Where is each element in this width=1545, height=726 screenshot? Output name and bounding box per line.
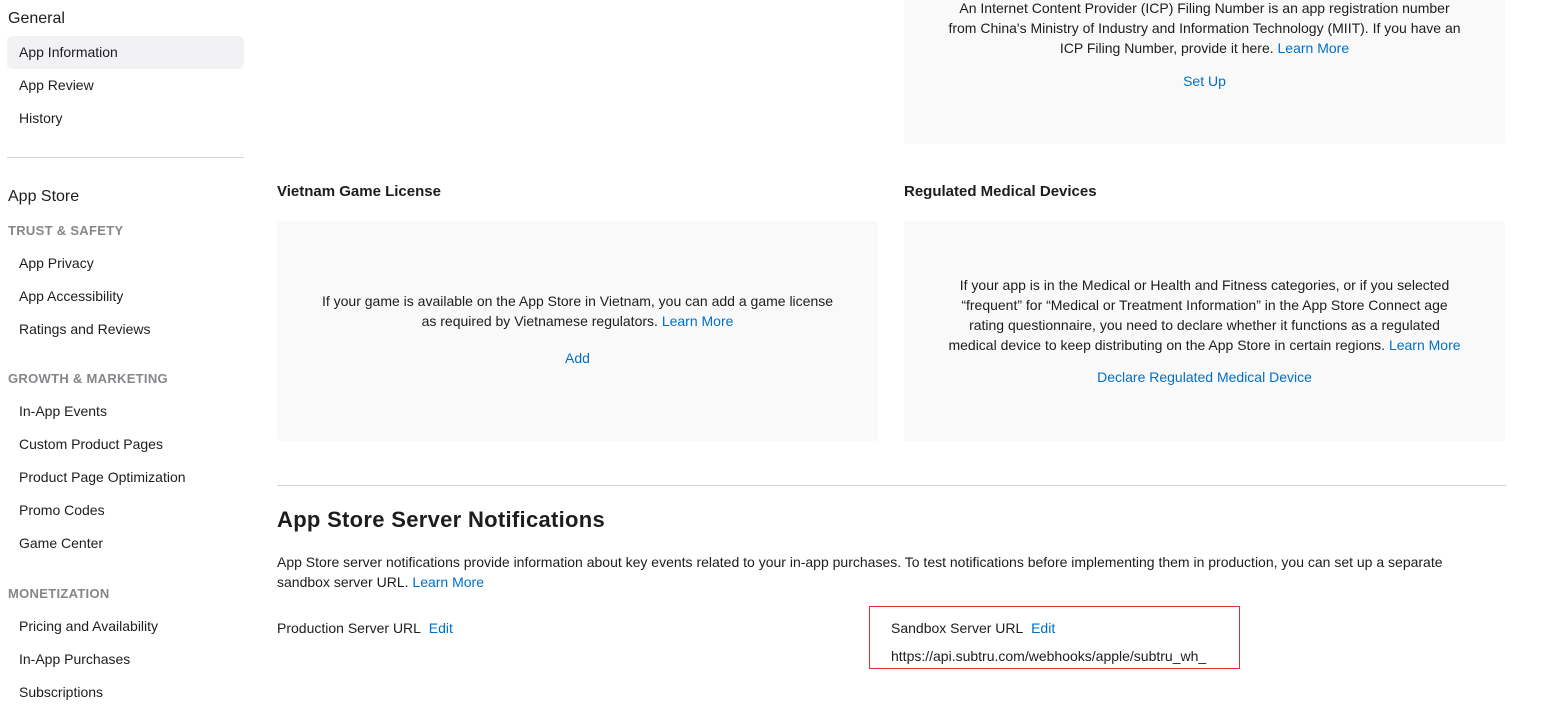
sidebar-item-promo-codes[interactable]: Promo Codes: [7, 494, 244, 527]
vietnam-description: If your game is available on the App Sto…: [277, 291, 878, 331]
icp-text: ICP Filing Number, provide it here.: [1059, 40, 1274, 56]
sidebar-item-custom-product-pages[interactable]: Custom Product Pages: [7, 428, 244, 461]
sidebar-item-game-center[interactable]: Game Center: [7, 527, 244, 560]
sidebar-item-app-information[interactable]: App Information: [7, 36, 244, 69]
section-divider: [277, 485, 1506, 486]
vietnam-game-license-card: If your game is available on the App Sto…: [277, 221, 878, 441]
sidebar-item-ratings-and-reviews[interactable]: Ratings and Reviews: [7, 313, 244, 346]
vietnam-text: as required by Vietnamese regulators.: [421, 313, 658, 329]
production-server-url-edit-link[interactable]: Edit: [429, 620, 453, 636]
sidebar-item-in-app-purchases[interactable]: In-App Purchases: [7, 643, 244, 676]
icp-filing-card: An Internet Content Provider (ICP) Filin…: [904, 0, 1505, 144]
production-server-url-label: Production Server URL: [277, 620, 421, 636]
medical-description: If your app is in the Medical or Health …: [904, 275, 1505, 355]
production-server-url-field: Production Server URL Edit: [277, 620, 453, 636]
sidebar: General App Information App Review Histo…: [0, 0, 252, 726]
medical-text-line: rating questionnaire, you need to declar…: [969, 317, 1440, 333]
medical-text-line: If your app is in the Medical or Health …: [959, 277, 1450, 293]
server-notifications-learn-more-link[interactable]: Learn More: [412, 574, 484, 590]
vietnam-add-link[interactable]: Add: [277, 348, 878, 368]
sidebar-group-monetization: MONETIZATION: [8, 586, 110, 601]
vietnam-text-line: as required by Vietnamese regulators. Le…: [277, 311, 878, 331]
medical-text: medical device to keep distributing on t…: [948, 337, 1386, 353]
regulated-medical-devices-card: If your app is in the Medical or Health …: [904, 221, 1505, 441]
app-store-connect-page: General App Information App Review Histo…: [0, 0, 1545, 726]
sidebar-item-app-review[interactable]: App Review: [7, 69, 244, 102]
sandbox-server-url-value: https://api.subtru.com/webhooks/apple/su…: [891, 648, 1207, 664]
sidebar-item-history[interactable]: History: [7, 102, 244, 135]
sandbox-server-url-label: Sandbox Server URL: [891, 620, 1024, 636]
vietnam-text-line: If your game is available on the App Sto…: [321, 293, 834, 309]
sidebar-item-pricing-and-availability[interactable]: Pricing and Availability: [7, 610, 244, 643]
sidebar-item-product-page-optimization[interactable]: Product Page Optimization: [7, 461, 244, 494]
sandbox-server-url-edit-link[interactable]: Edit: [1031, 620, 1055, 636]
vietnam-learn-more-link[interactable]: Learn More: [662, 313, 734, 329]
sidebar-section-app-store: App Store: [8, 188, 80, 205]
sidebar-section-general: General: [8, 10, 65, 27]
icp-text-line: An Internet Content Provider (ICP) Filin…: [959, 0, 1450, 16]
icp-learn-more-link[interactable]: Learn More: [1278, 40, 1350, 56]
sidebar-divider: [7, 157, 244, 158]
server-notifications-description: App Store server notifications provide i…: [277, 552, 1492, 592]
sidebar-item-app-accessibility[interactable]: App Accessibility: [7, 280, 244, 313]
icp-set-up-link[interactable]: Set Up: [904, 71, 1505, 91]
sidebar-group-growth-marketing: GROWTH & MARKETING: [8, 371, 168, 386]
icp-description: An Internet Content Provider (ICP) Filin…: [904, 0, 1505, 58]
declare-regulated-medical-device-link[interactable]: Declare Regulated Medical Device: [904, 367, 1505, 387]
medical-text-line: medical device to keep distributing on t…: [904, 335, 1505, 355]
sidebar-item-app-privacy[interactable]: App Privacy: [7, 247, 244, 280]
server-notifications-heading: App Store Server Notifications: [277, 507, 606, 532]
vietnam-game-license-title: Vietnam Game License: [277, 183, 441, 200]
sandbox-server-url-field: Sandbox Server URL Edit: [891, 620, 1055, 636]
sidebar-group-trust-safety: TRUST & SAFETY: [8, 223, 124, 238]
regulated-medical-devices-title: Regulated Medical Devices: [904, 183, 1097, 200]
icp-text-line: ICP Filing Number, provide it here. Lear…: [904, 38, 1505, 58]
sidebar-item-subscriptions[interactable]: Subscriptions: [7, 676, 244, 709]
sidebar-item-in-app-events[interactable]: In-App Events: [7, 395, 244, 428]
medical-learn-more-link[interactable]: Learn More: [1389, 337, 1461, 353]
icp-text-line: from China's Ministry of Industry and In…: [948, 20, 1461, 36]
medical-text-line: “frequent” for “Medical or Treatment Inf…: [961, 297, 1448, 313]
